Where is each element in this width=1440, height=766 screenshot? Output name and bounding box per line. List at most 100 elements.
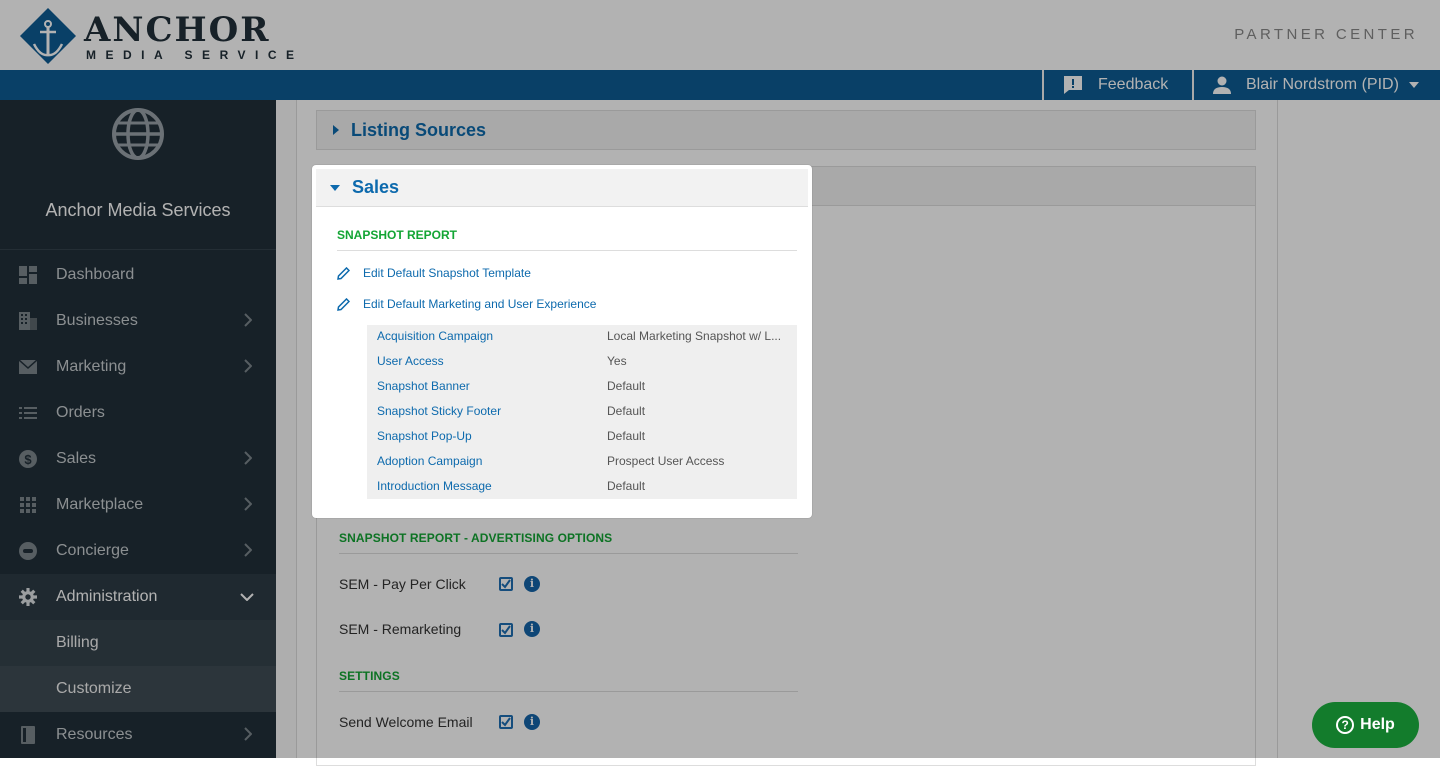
dashboard-icon	[19, 266, 37, 284]
anchor-logo[interactable]: ANCHOR MEDIA SERVICES	[20, 8, 300, 64]
sidebar-item-label: Concierge	[56, 542, 129, 559]
sidebar-item-resources[interactable]: Resources	[0, 712, 276, 758]
sidebar-item-label: Resources	[56, 726, 133, 743]
row-value: Prospect User Access	[607, 454, 725, 468]
table-row: Adoption Campaign Prospect User Access	[367, 450, 797, 475]
row-value: Default	[607, 379, 646, 393]
chevron-right-icon	[244, 313, 252, 327]
chevron-down-icon	[240, 593, 254, 601]
grid-icon	[19, 496, 37, 514]
option-sem-ppc: SEM - Pay Per Click	[339, 576, 466, 592]
table-row: Introduction Message Default	[367, 475, 797, 500]
sidebar-item-label: Businesses	[56, 312, 138, 329]
sidebar-brand-name: Anchor Media Services	[45, 200, 231, 220]
info-icon[interactable]: i	[524, 621, 540, 637]
top-bar: Feedback Blair Nordstrom (PID)	[0, 70, 1440, 100]
row-key-link[interactable]: Adoption Campaign	[377, 454, 482, 468]
brand-sub: MEDIA SERVICES	[86, 48, 300, 62]
option-label: SEM - Remarketing	[339, 621, 462, 637]
snapshot-report-title: SNAPSHOT REPORT	[337, 228, 458, 242]
sidebar-item-sales[interactable]: $ Sales	[0, 436, 276, 482]
snapshot-settings-table: Acquisition Campaign Local Marketing Sna…	[367, 325, 797, 499]
caret-down-icon	[330, 184, 340, 191]
sidebar-item-label: Marketing	[56, 358, 127, 375]
link-label: Edit Default Snapshot Template	[363, 266, 531, 280]
help-label: Help	[1360, 716, 1395, 733]
sidebar-item-label: Customize	[56, 680, 132, 697]
chevron-right-icon	[244, 451, 252, 465]
sales-header-spotlight[interactable]: Sales	[316, 169, 808, 207]
table-row: Snapshot Pop-Up Default	[367, 425, 797, 450]
row-value: Local Marketing Snapshot w/ L...	[607, 329, 782, 343]
help-button[interactable]: ? Help	[1312, 702, 1419, 748]
row-value: Default	[607, 479, 646, 493]
listing-sources-header[interactable]: Listing Sources	[316, 110, 1256, 150]
row-key-link[interactable]: User Access	[377, 354, 444, 368]
user-name: Blair Nordstrom (PID)	[1246, 76, 1399, 93]
chevron-right-icon	[244, 359, 252, 373]
sidebar-item-label: Billing	[56, 634, 99, 651]
user-menu[interactable]: Blair Nordstrom (PID)	[1192, 70, 1440, 100]
divider	[339, 553, 798, 554]
sidebar-nav: Dashboard Businesses Marketing Orders $ …	[0, 252, 276, 758]
sidebar-item-label: Dashboard	[56, 266, 135, 283]
sidebar-item-administration[interactable]: Administration	[0, 574, 276, 620]
row-key-link[interactable]: Snapshot Banner	[377, 379, 470, 393]
mail-icon	[19, 358, 37, 376]
building-icon	[19, 312, 37, 330]
sidebar-item-label: Sales	[56, 450, 97, 467]
row-key-link[interactable]: Snapshot Pop-Up	[377, 429, 472, 443]
sidebar-item-label: Orders	[56, 404, 105, 421]
sidebar-item-customize[interactable]: Customize	[0, 666, 276, 712]
chevron-right-icon	[244, 543, 252, 557]
logo-bar: ANCHOR MEDIA SERVICES PARTNER CENTER	[0, 0, 1440, 70]
question-icon: ?	[1336, 716, 1355, 734]
right-column	[1278, 100, 1440, 758]
table-row: Snapshot Sticky Footer Default	[367, 400, 797, 425]
sidebar-item-billing[interactable]: Billing	[0, 620, 276, 666]
chevron-right-icon	[244, 727, 252, 741]
sidebar-item-dashboard[interactable]: Dashboard	[0, 252, 276, 298]
dollar-icon: $	[19, 450, 37, 468]
spotlight-title: Sales	[352, 177, 400, 197]
sidebar-item-businesses[interactable]: Businesses	[0, 298, 276, 344]
sidebar-item-label: Marketplace	[56, 496, 144, 513]
sidebar-item-marketplace[interactable]: Marketplace	[0, 482, 276, 528]
divider	[337, 250, 797, 251]
user-icon	[1213, 76, 1231, 94]
sidebar: Anchor Media Services Dashboard Business…	[0, 100, 276, 758]
table-row: Acquisition Campaign Local Marketing Sna…	[367, 325, 797, 350]
sidebar-item-marketing[interactable]: Marketing	[0, 344, 276, 390]
feedback-button[interactable]: Feedback	[1042, 70, 1192, 100]
feedback-label: Feedback	[1098, 76, 1169, 93]
settings-title: SETTINGS	[339, 669, 400, 683]
sem-ppc-checkbox[interactable]	[499, 577, 513, 591]
row-key-link[interactable]: Snapshot Sticky Footer	[377, 404, 501, 418]
row-value: Default	[607, 404, 646, 418]
chevron-right-icon	[244, 497, 252, 511]
svg-text:$: $	[24, 452, 32, 467]
table-row: Snapshot Banner Default	[367, 375, 797, 400]
gear-icon	[19, 588, 37, 606]
sidebar-item-orders[interactable]: Orders	[0, 390, 276, 436]
divider	[339, 691, 798, 692]
row-key-link[interactable]: Acquisition Campaign	[377, 329, 493, 343]
option-sem-remarketing: SEM - Remarketing	[339, 621, 461, 637]
row-key-link[interactable]: Introduction Message	[377, 479, 492, 493]
edit-marketing-experience-link[interactable]: Edit Default Marketing and User Experien…	[337, 297, 596, 311]
pencil-icon	[337, 266, 350, 280]
row-value: Yes	[607, 354, 627, 368]
info-icon[interactable]: i	[524, 714, 540, 730]
book-icon	[19, 726, 37, 744]
edit-snapshot-template-link[interactable]: Edit Default Snapshot Template	[337, 266, 531, 280]
feedback-icon	[1064, 76, 1082, 94]
caret-right-icon	[333, 125, 339, 135]
partner-center-label: PARTNER CENTER	[1234, 26, 1418, 43]
info-icon[interactable]: i	[524, 576, 540, 592]
brand-main: ANCHOR	[83, 10, 271, 50]
option-label: SEM - Pay Per Click	[339, 576, 466, 592]
sem-remarketing-checkbox[interactable]	[499, 623, 513, 637]
sidebar-item-label: Administration	[56, 588, 158, 605]
send-welcome-checkbox[interactable]	[499, 715, 513, 729]
sidebar-item-concierge[interactable]: Concierge	[0, 528, 276, 574]
